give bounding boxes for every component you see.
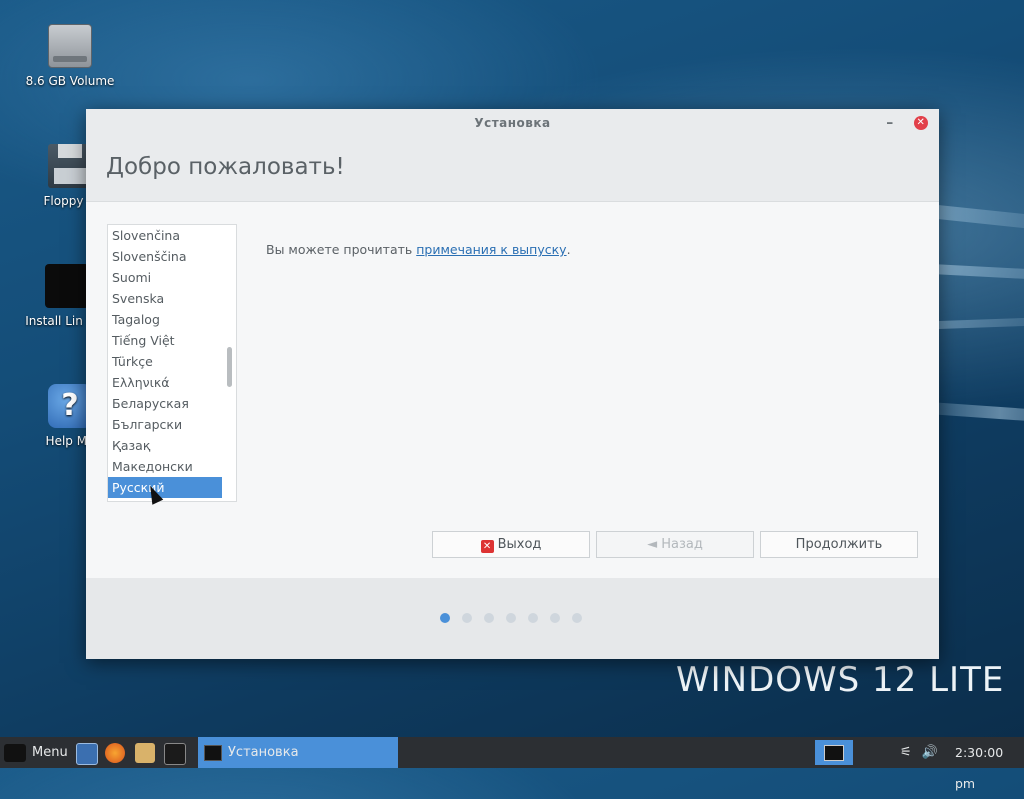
release-notes-prefix: Вы можете прочитать <box>266 242 417 257</box>
language-item[interactable]: Беларуская <box>108 393 222 414</box>
installer-body: Slovenčina Slovenščina Suomi Svenska Tag… <box>86 202 939 578</box>
tray-app-icon[interactable] <box>815 740 853 765</box>
language-item[interactable]: Tagalog <box>108 309 222 330</box>
language-item[interactable]: Türkçe <box>108 351 222 372</box>
language-item[interactable]: Slovenčina <box>108 225 222 246</box>
clock[interactable]: 2:30:00 pm <box>955 737 1024 791</box>
progress-step-current <box>440 613 450 623</box>
progress-step <box>528 613 538 623</box>
language-item[interactable]: Български <box>108 414 222 435</box>
linux-lite-logo-icon <box>4 743 26 762</box>
language-item-selected[interactable]: Русский <box>108 477 222 498</box>
back-button-label: ◄ Назад <box>647 537 703 552</box>
exit-button-label: Выход <box>497 537 542 552</box>
continue-button-label: Продолжить <box>795 537 883 552</box>
installer-window: Установка – ✕ Добро пожаловать! Slovenči… <box>86 109 939 659</box>
language-item[interactable]: Tiếng Việt <box>108 330 222 351</box>
exit-button[interactable]: ✕ Выход <box>432 531 590 558</box>
hard-drive-icon <box>48 24 92 68</box>
release-notes-text: Вы можете прочитать примечания к выпуску… <box>266 242 571 257</box>
task-label: Установка <box>228 745 299 760</box>
minimize-button[interactable]: – <box>883 109 897 137</box>
progress-step <box>550 613 560 623</box>
language-item[interactable]: Suomi <box>108 267 222 288</box>
release-notes-link[interactable]: примечания к выпуску <box>416 242 566 257</box>
window-title: Установка <box>474 116 551 130</box>
start-menu-button[interactable]: Menu <box>0 737 68 768</box>
wallpaper-watermark: WINDOWS 12 LITE <box>676 660 1005 700</box>
progress-steps <box>440 612 594 627</box>
language-list[interactable]: Slovenčina Slovenščina Suomi Svenska Tag… <box>107 224 237 502</box>
language-item[interactable]: Svenska <box>108 288 222 309</box>
firefox-icon[interactable] <box>105 743 125 763</box>
terminal-icon[interactable] <box>164 743 186 765</box>
progress-step <box>462 613 472 623</box>
show-desktop-icon[interactable] <box>76 743 98 765</box>
continue-button[interactable]: Продолжить <box>760 531 918 558</box>
language-list-scrollbar[interactable] <box>227 347 232 387</box>
language-item[interactable]: Slovenščina <box>108 246 222 267</box>
desktop-icon-volume[interactable]: 8.6 GB Volume <box>25 24 115 89</box>
close-icon: ✕ <box>480 540 494 553</box>
language-item[interactable]: Македонски <box>108 456 222 477</box>
progress-step <box>506 613 516 623</box>
desktop-icon-label: 8.6 GB Volume <box>25 74 115 88</box>
close-button[interactable]: ✕ <box>914 116 928 130</box>
language-item[interactable]: Қазақ <box>108 435 222 456</box>
network-icon[interactable]: ⚟ <box>900 745 912 760</box>
progress-step <box>572 613 582 623</box>
progress-step <box>484 613 494 623</box>
language-item[interactable]: Ελληνικά <box>108 372 222 393</box>
volume-icon[interactable]: 🔊 <box>922 745 938 760</box>
installer-footer <box>86 578 939 659</box>
window-titlebar[interactable]: Установка – ✕ <box>86 109 939 137</box>
release-notes-suffix: . <box>566 242 571 257</box>
start-menu-label: Menu <box>32 745 68 760</box>
linux-lite-icon <box>45 264 89 308</box>
back-button[interactable]: ◄ Назад <box>596 531 754 558</box>
taskbar: Menu Установка ⚟ 🔊 2:30:00 pm <box>0 737 1024 791</box>
page-title: Добро пожаловать! <box>106 154 345 180</box>
taskbar-task-installer[interactable]: Установка <box>198 737 398 768</box>
installer-task-icon <box>204 744 222 761</box>
file-manager-icon[interactable] <box>135 743 155 763</box>
system-tray: ⚟ 🔊 <box>900 737 938 768</box>
